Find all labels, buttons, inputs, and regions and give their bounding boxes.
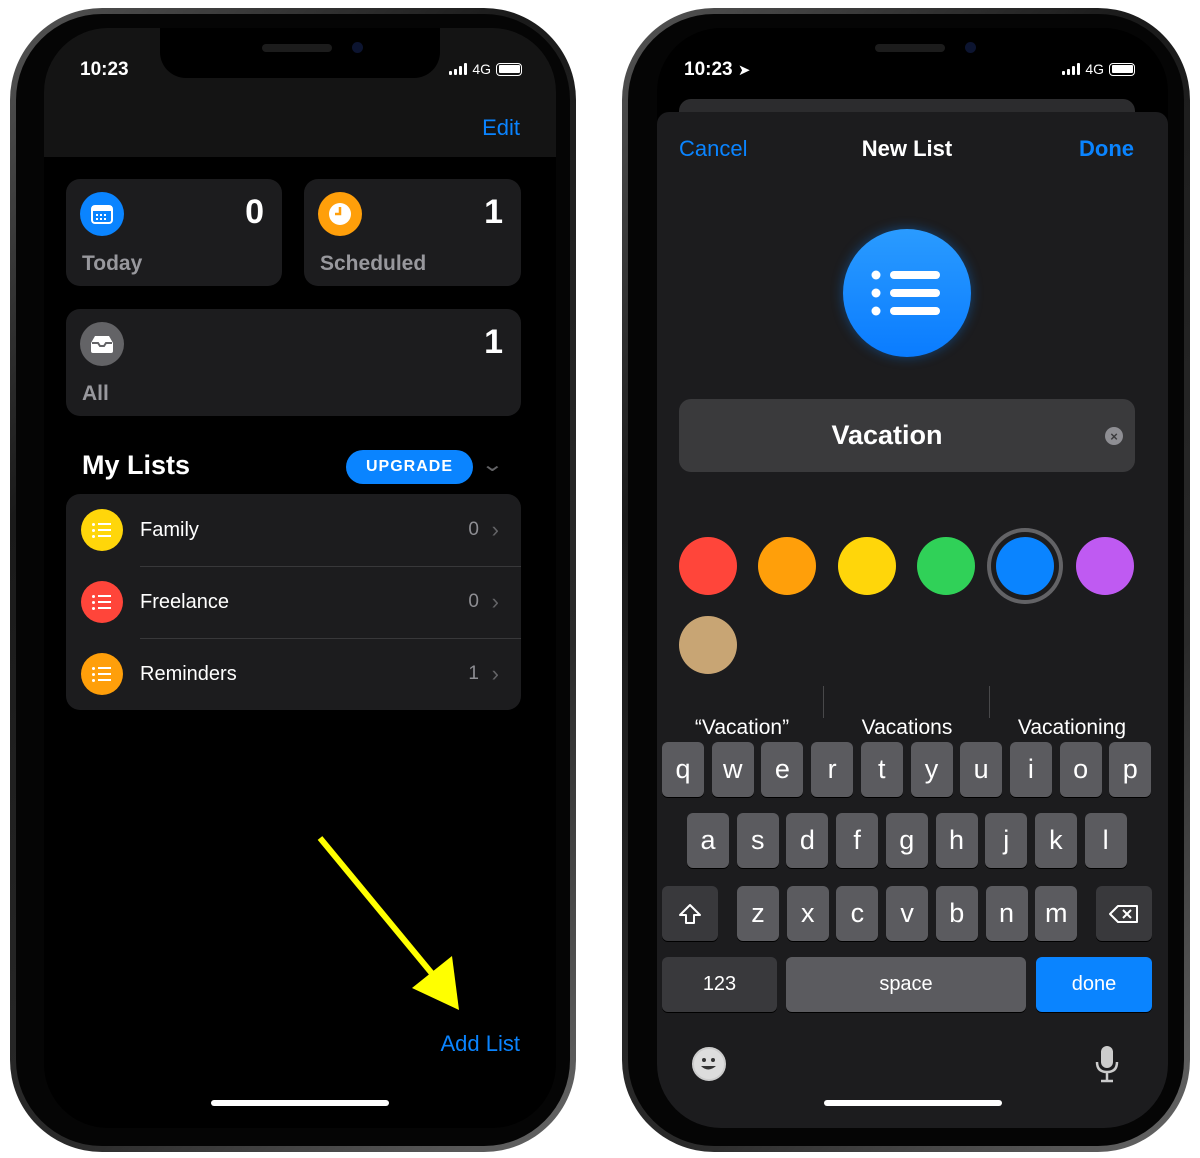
today-count: 0 bbox=[245, 193, 264, 231]
list-bullet-icon bbox=[81, 509, 123, 551]
smart-list-scheduled[interactable]: 1 Scheduled bbox=[304, 179, 521, 286]
suggestion-2[interactable]: Vacations bbox=[827, 716, 987, 740]
key-s[interactable]: s bbox=[736, 813, 779, 868]
backspace-icon bbox=[1109, 904, 1138, 923]
shift-icon bbox=[679, 903, 701, 924]
list-count: 0 bbox=[468, 591, 479, 612]
home-indicator[interactable] bbox=[211, 1100, 389, 1106]
key-g[interactable]: g bbox=[885, 813, 928, 868]
my-lists: Family 0 › Freelance 0 › Reminders 1 › bbox=[66, 494, 521, 710]
numbers-key[interactable]: 123 bbox=[662, 957, 777, 1012]
color-swatch[interactable] bbox=[758, 537, 817, 595]
key-n[interactable]: n bbox=[985, 886, 1028, 941]
key-h[interactable]: h bbox=[935, 813, 978, 868]
key-q[interactable]: q bbox=[662, 742, 704, 797]
edit-button[interactable]: Edit bbox=[482, 115, 520, 141]
calendar-icon bbox=[80, 192, 124, 236]
home-indicator[interactable] bbox=[823, 1100, 1002, 1106]
key-b[interactable]: b bbox=[935, 886, 978, 941]
done-button[interactable]: Done bbox=[1079, 136, 1134, 162]
all-label: All bbox=[82, 382, 109, 405]
list-name-input[interactable]: Vacation bbox=[679, 399, 1135, 472]
list-bullet-icon bbox=[81, 581, 123, 623]
list-label: Freelance bbox=[140, 590, 229, 613]
key-m[interactable]: m bbox=[1035, 886, 1078, 941]
list-bullet-icon bbox=[871, 270, 940, 316]
chevron-down-icon[interactable]: ⌄ bbox=[481, 452, 504, 477]
key-z[interactable]: z bbox=[737, 886, 779, 941]
chevron-right-icon: › bbox=[491, 589, 499, 614]
scheduled-label: Scheduled bbox=[320, 252, 427, 275]
status-time: 10:23 bbox=[80, 59, 129, 80]
smart-list-today[interactable]: 0 Today bbox=[66, 179, 282, 286]
status-time: 10:23 ➤ bbox=[684, 59, 751, 80]
key-y[interactable]: y bbox=[910, 742, 953, 797]
suggestion-1[interactable]: “Vacation” bbox=[662, 716, 822, 740]
list-icon-preview bbox=[843, 229, 971, 357]
color-swatch[interactable] bbox=[679, 616, 737, 674]
color-swatch[interactable] bbox=[837, 537, 896, 595]
color-swatch[interactable] bbox=[916, 537, 975, 595]
yellow-arrow-annotation bbox=[317, 836, 459, 1010]
my-lists-heading: My Lists bbox=[82, 450, 191, 480]
signal-icon bbox=[1062, 63, 1081, 75]
add-list-button[interactable]: Add List bbox=[441, 1031, 521, 1057]
delete-key[interactable] bbox=[1096, 886, 1152, 941]
left-screen: 10:23 4G Edit 0 Today 1 Scheduled 1 All … bbox=[44, 28, 556, 1128]
color-swatch[interactable] bbox=[1075, 537, 1134, 595]
key-e[interactable]: e bbox=[761, 742, 804, 797]
location-arrow-icon: ➤ bbox=[737, 62, 751, 79]
battery-icon bbox=[1109, 62, 1135, 76]
key-u[interactable]: u bbox=[960, 742, 1003, 797]
list-item-freelance[interactable]: Freelance 0 › bbox=[66, 566, 521, 638]
network-label: 4G bbox=[1085, 61, 1104, 77]
done-key[interactable]: done bbox=[1036, 957, 1152, 1012]
status-icons: 4G bbox=[449, 61, 522, 77]
key-x[interactable]: x bbox=[786, 886, 829, 941]
list-label: Family bbox=[140, 518, 199, 541]
space-key[interactable]: space bbox=[786, 957, 1026, 1012]
list-item-family[interactable]: Family 0 › bbox=[66, 494, 521, 566]
scheduled-count: 1 bbox=[484, 193, 503, 231]
all-count: 1 bbox=[484, 323, 503, 361]
color-swatch-selected[interactable] bbox=[996, 537, 1055, 595]
key-r[interactable]: r bbox=[811, 742, 854, 797]
chevron-right-icon: › bbox=[491, 661, 499, 686]
key-d[interactable]: d bbox=[786, 813, 829, 868]
emoji-icon[interactable] bbox=[692, 1047, 726, 1081]
key-p[interactable]: p bbox=[1109, 742, 1152, 797]
key-o[interactable]: o bbox=[1059, 742, 1102, 797]
key-w[interactable]: w bbox=[711, 742, 754, 797]
color-swatch[interactable] bbox=[679, 537, 737, 595]
list-item-reminders[interactable]: Reminders 1 › bbox=[66, 638, 521, 710]
key-i[interactable]: i bbox=[1009, 742, 1052, 797]
shift-key[interactable] bbox=[662, 886, 718, 941]
clock-icon bbox=[318, 192, 362, 236]
list-count: 0 bbox=[468, 519, 479, 540]
battery-icon bbox=[496, 62, 522, 76]
today-label: Today bbox=[82, 252, 143, 275]
key-l[interactable]: l bbox=[1084, 813, 1127, 868]
suggestion-3[interactable]: Vacationing bbox=[992, 716, 1152, 740]
microphone-icon[interactable] bbox=[1093, 1044, 1121, 1089]
key-t[interactable]: t bbox=[860, 742, 903, 797]
upgrade-button[interactable]: UPGRADE bbox=[346, 450, 473, 484]
right-screen: 10:23 ➤ 4G Cancel New List Done Vacation… bbox=[657, 28, 1168, 1128]
smart-list-all[interactable]: 1 All bbox=[66, 309, 521, 416]
key-v[interactable]: v bbox=[886, 886, 929, 941]
tray-icon bbox=[80, 322, 124, 366]
list-bullet-icon bbox=[81, 653, 123, 695]
key-j[interactable]: j bbox=[985, 813, 1028, 868]
network-label: 4G bbox=[472, 61, 491, 77]
list-label: Reminders bbox=[140, 662, 237, 685]
signal-icon bbox=[449, 63, 468, 75]
key-c[interactable]: c bbox=[836, 886, 879, 941]
chevron-right-icon: › bbox=[491, 517, 499, 542]
key-k[interactable]: k bbox=[1034, 813, 1077, 868]
clear-text-icon[interactable]: × bbox=[1105, 427, 1123, 445]
key-f[interactable]: f bbox=[836, 813, 879, 868]
status-icons: 4G bbox=[1062, 61, 1135, 77]
list-count: 1 bbox=[468, 663, 479, 684]
key-a[interactable]: a bbox=[687, 813, 729, 868]
